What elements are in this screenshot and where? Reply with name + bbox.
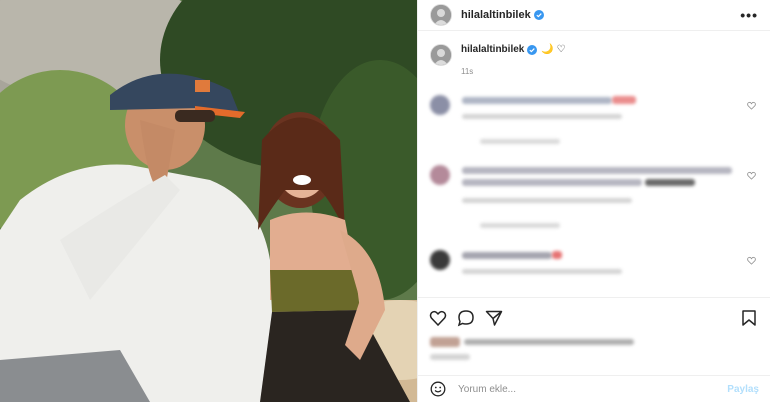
avatar-image: [431, 5, 451, 25]
blurred-meta: [462, 114, 622, 119]
likes-row: [430, 337, 640, 347]
caption-avatar[interactable]: [430, 44, 452, 66]
header-avatar[interactable]: [430, 4, 452, 26]
blurred-emoji: [552, 251, 562, 259]
post-photo[interactable]: [0, 0, 417, 402]
blurred-replies: [480, 223, 560, 228]
blurred-comment: [430, 250, 760, 285]
header-username[interactable]: hilalaltinbilek: [461, 9, 531, 21]
blurred-text: [462, 179, 642, 186]
comment-avatar[interactable]: [430, 95, 450, 115]
caption-username[interactable]: hilalaltinbilek: [461, 44, 524, 55]
blurred-replies: [480, 139, 560, 144]
more-options-icon[interactable]: •••: [740, 7, 758, 23]
blurred-meta: [462, 198, 632, 203]
add-comment-bar: Paylaş: [418, 375, 770, 402]
blurred-comment: [430, 95, 760, 155]
blurred-comment: [430, 165, 760, 235]
verified-icon: [527, 44, 538, 55]
instagram-post: hilalaltinbilek ••• hilalaltinbilek 🌙 ♡ …: [0, 0, 770, 402]
comment-icon[interactable]: [457, 309, 475, 327]
smiley-icon[interactable]: [430, 381, 446, 397]
action-bar: [418, 297, 770, 327]
comment-input[interactable]: [456, 382, 728, 396]
comment-like-icon[interactable]: [747, 101, 756, 110]
post-header: hilalaltinbilek •••: [418, 0, 770, 31]
blurred-text: [645, 179, 695, 186]
blurred-text: [462, 167, 732, 174]
blurred-likes-text[interactable]: [464, 339, 634, 345]
caption-line: hilalaltinbilek 🌙 ♡: [461, 44, 566, 55]
caption-text: hilalaltinbilek 🌙 ♡ 11s: [461, 44, 566, 76]
comment-avatar[interactable]: [430, 165, 450, 185]
avatar-image: [431, 45, 451, 65]
comment-like-icon[interactable]: [747, 171, 756, 180]
heart-icon[interactable]: [429, 309, 447, 327]
caption: hilalaltinbilek 🌙 ♡ 11s: [430, 44, 566, 76]
photo-illustration: [0, 0, 417, 402]
blurred-liker-avatars[interactable]: [430, 337, 460, 347]
share-comment-button[interactable]: Paylaş: [727, 384, 759, 395]
blurred-text: [462, 252, 552, 259]
blurred-emoji: [612, 96, 636, 104]
verified-icon: [533, 10, 544, 20]
post-sidebar: hilalaltinbilek ••• hilalaltinbilek 🌙 ♡ …: [417, 0, 770, 402]
blurred-meta: [462, 269, 622, 274]
caption-emojis: 🌙 ♡: [541, 44, 566, 55]
comment-like-icon[interactable]: [747, 256, 756, 265]
comment-avatar[interactable]: [430, 250, 450, 270]
post-time: 11s: [461, 67, 474, 76]
share-icon[interactable]: [485, 309, 503, 327]
blurred-post-date: [430, 354, 470, 360]
bookmark-icon[interactable]: [740, 309, 758, 327]
blurred-text: [462, 97, 612, 104]
